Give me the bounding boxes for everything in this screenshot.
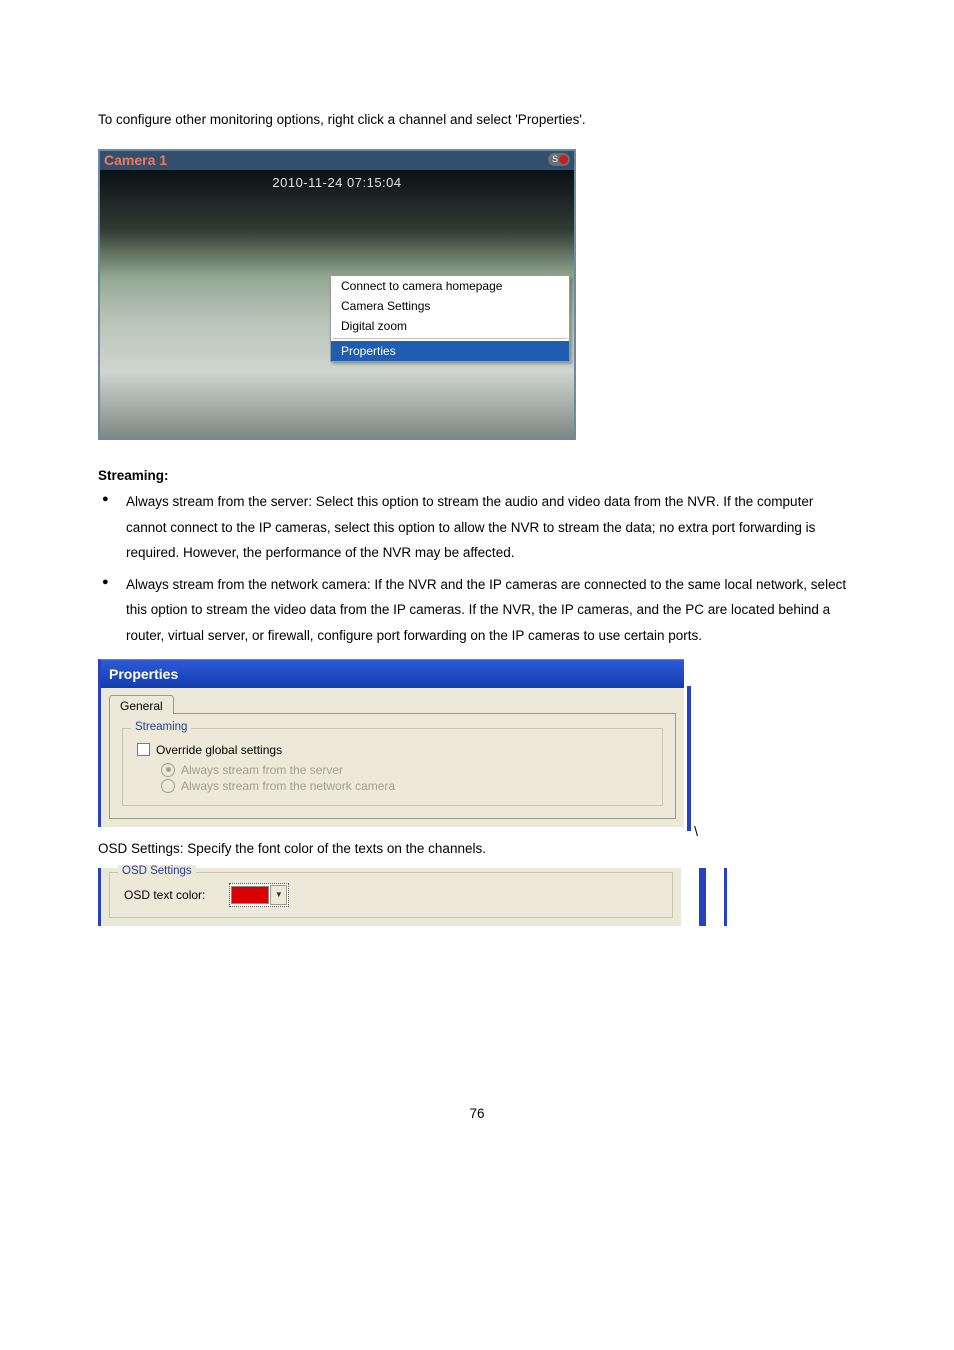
override-checkbox[interactable] bbox=[137, 743, 150, 756]
override-checkbox-label: Override global settings bbox=[156, 743, 282, 757]
menu-item-properties[interactable]: Properties bbox=[331, 341, 569, 361]
camera-screenshot: Camera 1 S 2010-11-24 07:15:04 Connect t… bbox=[98, 149, 576, 440]
blue-bar-1 bbox=[699, 868, 706, 926]
streaming-group: Streaming Override global settings Alway… bbox=[122, 728, 663, 806]
camera-title: Camera 1 bbox=[100, 151, 574, 170]
backslash-mark: \ bbox=[694, 823, 698, 839]
radio-server-label: Always stream from the server bbox=[181, 763, 343, 777]
osd-text-color-label: OSD text color: bbox=[124, 888, 205, 902]
blue-bar-2 bbox=[724, 868, 727, 926]
properties-dialog-screenshot: Properties General Streaming Override gl… bbox=[98, 659, 684, 827]
osd-color-combo[interactable]: ▼ bbox=[229, 883, 289, 907]
osd-color-swatch bbox=[231, 886, 269, 904]
menu-item-camera-settings[interactable]: Camera Settings bbox=[331, 296, 569, 316]
osd-group-title: OSD Settings bbox=[118, 865, 196, 877]
menu-item-homepage[interactable]: Connect to camera homepage bbox=[331, 276, 569, 296]
osd-caption: OSD Settings: Specify the font color of … bbox=[98, 839, 856, 860]
radio-server[interactable] bbox=[161, 763, 175, 777]
bullet-server: Always stream from the server: Select th… bbox=[98, 489, 856, 566]
streaming-group-title: Streaming bbox=[131, 721, 191, 733]
camera-timestamp: 2010-11-24 07:15:04 bbox=[100, 175, 574, 190]
context-menu: Connect to camera homepage Camera Settin… bbox=[330, 275, 570, 362]
radio-camera[interactable] bbox=[161, 779, 175, 793]
radio-camera-label: Always stream from the network camera bbox=[181, 779, 395, 793]
camera-status-badge: S bbox=[548, 153, 570, 166]
page-number: 76 bbox=[98, 1106, 856, 1161]
intro-paragraph: To configure other monitoring options, r… bbox=[98, 110, 856, 131]
properties-titlebar: Properties bbox=[101, 660, 684, 688]
tab-general[interactable]: General bbox=[109, 695, 174, 714]
tab-panel-general: Streaming Override global settings Alway… bbox=[109, 713, 676, 819]
badge-letter: S bbox=[552, 153, 558, 166]
bullet-camera: Always stream from the network camera: I… bbox=[98, 572, 856, 649]
menu-item-digital-zoom[interactable]: Digital zoom bbox=[331, 316, 569, 336]
osd-settings-screenshot: OSD Settings OSD text color: ▼ bbox=[98, 868, 681, 926]
menu-separator bbox=[333, 338, 567, 339]
streaming-heading: Streaming: bbox=[98, 468, 856, 483]
osd-color-dropdown-button[interactable]: ▼ bbox=[270, 885, 287, 905]
right-blue-border bbox=[687, 686, 691, 831]
